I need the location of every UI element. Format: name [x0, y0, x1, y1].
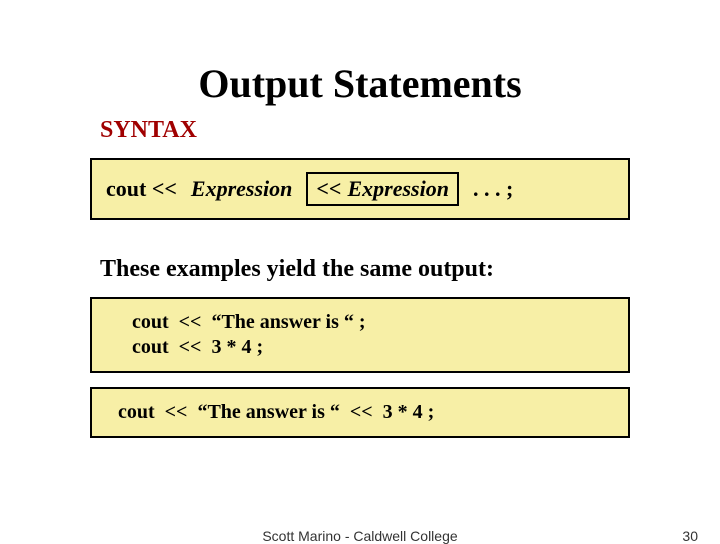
footer-author: Scott Marino - Caldwell College	[0, 528, 720, 544]
slide-title: Output Statements	[70, 60, 650, 107]
code-line: cout << 3 * 4 ;	[132, 336, 612, 359]
syntax-inner-plain: <<	[316, 176, 341, 202]
code-line: cout << “The answer is “ ;	[132, 311, 612, 334]
syntax-box: cout << Expression << Expression . . . ;	[90, 158, 630, 220]
code-line: cout << “The answer is “ << 3 * 4 ;	[118, 401, 612, 424]
syntax-inner-italic: Expression	[347, 176, 448, 202]
syntax-prefix-italic: Expression	[191, 176, 292, 202]
syntax-prefix-plain: cout <<	[106, 176, 177, 202]
examples-intro: These examples yield the same output:	[100, 256, 650, 283]
example-box-1: cout << “The answer is “ ; cout << 3 * 4…	[90, 297, 630, 373]
syntax-label: SYNTAX	[100, 117, 650, 144]
footer-page-number: 30	[682, 528, 698, 544]
slide: Output Statements SYNTAX cout << Express…	[0, 0, 720, 540]
syntax-suffix: . . . ;	[473, 176, 513, 202]
example-box-2: cout << “The answer is “ << 3 * 4 ;	[90, 387, 630, 438]
syntax-optional-box: << Expression	[306, 172, 459, 206]
